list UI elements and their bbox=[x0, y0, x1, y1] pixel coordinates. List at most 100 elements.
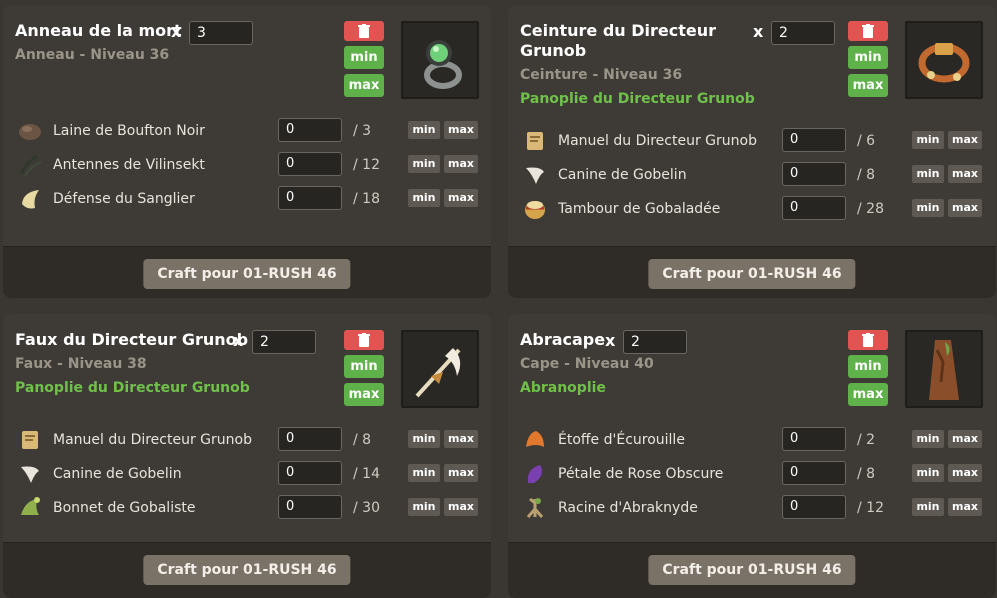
recipe-card-anneau: Anneau de la mort x 3 Anneau - Niveau 36… bbox=[3, 5, 491, 298]
ingredient-quantity-input[interactable]: 0 bbox=[278, 495, 342, 519]
ingredient-quantity-input[interactable]: 0 bbox=[278, 186, 342, 210]
antennae-icon bbox=[19, 154, 42, 177]
ingredient-quantity-input[interactable]: 0 bbox=[278, 461, 342, 485]
ingredient-name: Canine de Gobelin bbox=[558, 167, 687, 183]
ingredient-quantity-input[interactable]: 0 bbox=[278, 118, 342, 142]
max-button[interactable]: max bbox=[344, 383, 384, 406]
delete-button[interactable] bbox=[848, 21, 888, 41]
scroll-icon bbox=[527, 132, 543, 150]
ingredient-min-button[interactable]: min bbox=[912, 498, 944, 516]
ingredient-row: Canine de Gobelin 0 / 14 min max bbox=[15, 460, 481, 490]
craft-button[interactable]: Craft pour 01-RUSH 46 bbox=[143, 259, 351, 289]
ingredient-max-button[interactable]: max bbox=[948, 498, 982, 516]
ingredient-row: Canine de Gobelin 0 / 8 min max bbox=[520, 161, 986, 191]
quantity-input[interactable]: 2 bbox=[252, 330, 316, 354]
ingredient-min-button[interactable]: min bbox=[408, 498, 440, 516]
ingredient-max-button[interactable]: max bbox=[948, 165, 982, 183]
item-title: Ceinture du Directeur Grunob bbox=[520, 21, 717, 60]
min-button[interactable]: min bbox=[344, 46, 384, 69]
ingredient-name: Tambour de Gobaladée bbox=[558, 201, 721, 217]
item-subtitle: Faux - Niveau 38 bbox=[15, 356, 147, 372]
ingredient-quantity-input[interactable]: 0 bbox=[782, 461, 846, 485]
ingredient-max-button[interactable]: max bbox=[444, 464, 478, 482]
ingredient-total: / 14 bbox=[353, 466, 380, 482]
cap-icon bbox=[21, 497, 40, 515]
ingredient-min-button[interactable]: min bbox=[408, 189, 440, 207]
ingredient-quantity-input[interactable]: 0 bbox=[782, 196, 846, 220]
min-button[interactable]: min bbox=[848, 46, 888, 69]
card-footer: Craft pour 01-RUSH 46 bbox=[3, 542, 491, 598]
max-button[interactable]: max bbox=[344, 74, 384, 97]
set-name[interactable]: Panoplie du Directeur Grunob bbox=[520, 91, 755, 107]
item-image-frame bbox=[401, 21, 479, 99]
min-button[interactable]: min bbox=[848, 355, 888, 378]
ingredient-max-button[interactable]: max bbox=[444, 121, 478, 139]
ingredient-row: Bonnet de Gobaliste 0 / 30 min max bbox=[15, 494, 481, 524]
ingredient-quantity-input[interactable]: 0 bbox=[782, 495, 846, 519]
ingredient-max-button[interactable]: max bbox=[444, 189, 478, 207]
ingredient-row: Racine d'Abraknyde 0 / 12 min max bbox=[520, 494, 986, 524]
recipe-card-ceinture: Ceinture du Directeur Grunob x 2 Ceintur… bbox=[508, 5, 996, 298]
ingredient-max-button[interactable]: max bbox=[948, 131, 982, 149]
trash-icon bbox=[358, 333, 370, 347]
ingredient-min-button[interactable]: min bbox=[408, 464, 440, 482]
ingredient-row: Antennes de Vilinsekt 0 / 12 min max bbox=[15, 151, 481, 181]
wool-icon bbox=[19, 124, 41, 140]
item-title: Faux du Directeur Grunob bbox=[15, 330, 249, 349]
ingredient-max-button[interactable]: max bbox=[444, 498, 478, 516]
ingredient-quantity-input[interactable]: 0 bbox=[782, 427, 846, 451]
item-subtitle: Cape - Niveau 40 bbox=[520, 356, 654, 372]
delete-button[interactable] bbox=[344, 21, 384, 41]
ingredient-row: Tambour de Gobaladée 0 / 28 min max bbox=[520, 195, 986, 225]
item-image-frame bbox=[905, 21, 983, 99]
craft-button[interactable]: Craft pour 01-RUSH 46 bbox=[143, 555, 351, 585]
delete-button[interactable] bbox=[344, 330, 384, 350]
quantity-x-label: x bbox=[171, 22, 182, 41]
root-icon bbox=[526, 497, 544, 518]
set-name[interactable]: Panoplie du Directeur Grunob bbox=[15, 380, 250, 396]
ingredient-min-button[interactable]: min bbox=[912, 464, 944, 482]
ingredient-quantity-input[interactable]: 0 bbox=[278, 152, 342, 176]
ingredient-min-button[interactable]: min bbox=[912, 199, 944, 217]
quantity-input[interactable]: 2 bbox=[771, 21, 835, 45]
ingredient-max-button[interactable]: max bbox=[444, 430, 478, 448]
ingredient-row: Défense du Sanglier 0 / 18 min max bbox=[15, 185, 481, 215]
min-button[interactable]: min bbox=[344, 355, 384, 378]
item-subtitle: Anneau - Niveau 36 bbox=[15, 47, 170, 63]
ingredient-name: Étoffe d'Écurouille bbox=[558, 432, 685, 448]
ingredient-min-button[interactable]: min bbox=[408, 430, 440, 448]
quantity-input[interactable]: 3 bbox=[189, 21, 253, 45]
max-button[interactable]: max bbox=[848, 383, 888, 406]
ingredient-quantity-input[interactable]: 0 bbox=[278, 427, 342, 451]
scroll-icon bbox=[22, 431, 38, 449]
ingredient-name: Manuel du Directeur Grunob bbox=[53, 432, 252, 448]
petal-icon bbox=[527, 465, 542, 483]
ingredient-quantity-input[interactable]: 0 bbox=[782, 128, 846, 152]
ingredient-min-button[interactable]: min bbox=[408, 121, 440, 139]
ingredient-max-button[interactable]: max bbox=[948, 199, 982, 217]
card-footer: Craft pour 01-RUSH 46 bbox=[508, 246, 996, 298]
ingredient-min-button[interactable]: min bbox=[912, 165, 944, 183]
max-button[interactable]: max bbox=[848, 74, 888, 97]
craft-button[interactable]: Craft pour 01-RUSH 46 bbox=[648, 555, 856, 585]
quantity-x-label: x bbox=[233, 331, 244, 350]
drum-icon bbox=[525, 201, 545, 219]
ingredient-max-button[interactable]: max bbox=[444, 155, 478, 173]
craft-button[interactable]: Craft pour 01-RUSH 46 bbox=[648, 259, 856, 289]
item-title: Anneau de la mort bbox=[15, 21, 182, 40]
quantity-input[interactable]: 2 bbox=[623, 330, 687, 354]
ingredient-row: Manuel du Directeur Grunob 0 / 8 min max bbox=[15, 426, 481, 456]
delete-button[interactable] bbox=[848, 330, 888, 350]
ingredient-max-button[interactable]: max bbox=[948, 430, 982, 448]
item-title: Abracape bbox=[520, 330, 606, 349]
set-name[interactable]: Abranoplie bbox=[520, 380, 606, 396]
ingredient-total: / 3 bbox=[353, 123, 372, 139]
ingredient-min-button[interactable]: min bbox=[912, 430, 944, 448]
ingredient-min-button[interactable]: min bbox=[912, 131, 944, 149]
ingredient-max-button[interactable]: max bbox=[948, 464, 982, 482]
ingredient-name: Canine de Gobelin bbox=[53, 466, 182, 482]
ingredient-min-button[interactable]: min bbox=[408, 155, 440, 173]
cape-icon bbox=[929, 340, 959, 400]
ingredient-quantity-input[interactable]: 0 bbox=[782, 162, 846, 186]
item-image-frame bbox=[905, 330, 983, 408]
